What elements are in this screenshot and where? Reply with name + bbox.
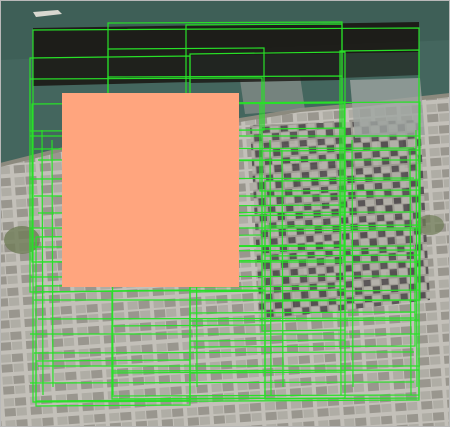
- pier: [350, 78, 425, 138]
- image-footprint-dark[interactable]: [33, 55, 190, 86]
- park-area: [4, 226, 40, 254]
- selected-footprint[interactable]: [62, 93, 239, 287]
- image-footprint-dark[interactable]: [340, 50, 419, 78]
- map-view[interactable]: [0, 0, 450, 427]
- map-canvas[interactable]: [0, 0, 450, 427]
